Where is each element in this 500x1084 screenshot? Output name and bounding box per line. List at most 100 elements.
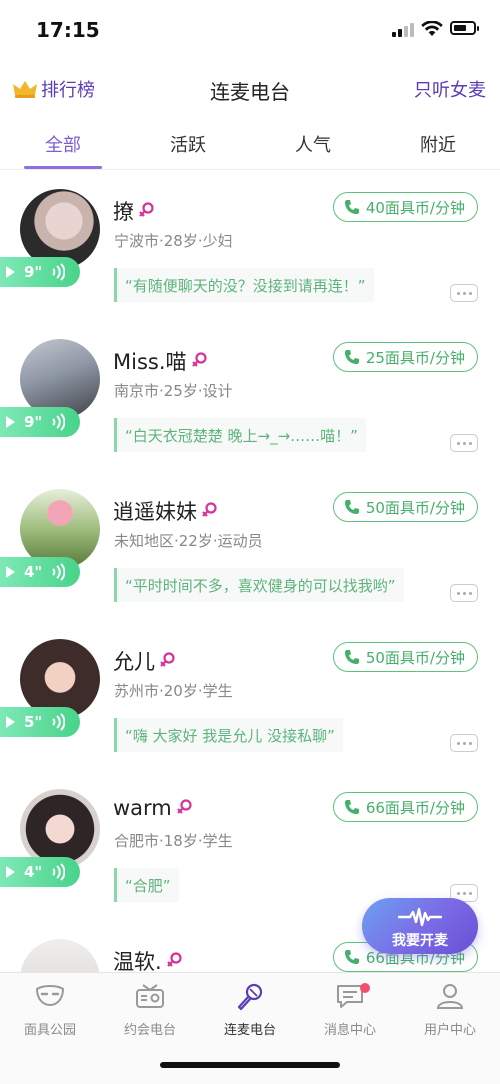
price-label: 50面具币/分钟 xyxy=(365,498,465,517)
more-options-button[interactable] xyxy=(450,284,478,302)
female-icon xyxy=(176,799,192,814)
host-list: 9" 撩 宁波市·28岁·少妇 40面具币/分钟 “有随便聊天的没？没接到请再连… xyxy=(0,172,500,972)
sound-wave-icon xyxy=(52,413,66,431)
play-icon xyxy=(6,716,15,728)
voice-duration: 4" xyxy=(24,563,43,581)
price-label: 25面具币/分钟 xyxy=(365,348,465,367)
more-options-button[interactable] xyxy=(450,434,478,452)
host-name-row: 逍遥妹妹 xyxy=(113,496,217,526)
female-icon xyxy=(191,352,207,367)
tab-all[interactable]: 全部 xyxy=(23,131,103,157)
host-quote: “有随便聊天的没？没接到请再连！” xyxy=(114,268,374,302)
wifi-icon xyxy=(421,21,443,36)
voice-duration: 4" xyxy=(24,863,43,881)
host-name-row: warm xyxy=(113,796,192,820)
host-card[interactable]: 9" Miss.喵 南京市·25岁·设计 25面具币/分钟 “白天衣冠楚楚 晚上… xyxy=(0,322,500,473)
female-icon xyxy=(166,952,182,967)
host-quote: “嗨 大家好 我是允儿 没接私聊” xyxy=(114,718,343,752)
nav-date-radio[interactable]: 约会电台 xyxy=(100,983,200,1043)
sound-wave-icon xyxy=(398,907,442,927)
host-name: Miss.喵 xyxy=(113,350,187,374)
host-name-row: 允儿 xyxy=(113,646,175,676)
call-price-button[interactable]: 25面具币/分钟 xyxy=(332,342,478,372)
host-card[interactable]: 5" 允儿 苏州市·20岁·学生 50面具币/分钟 “嗨 大家好 我是允儿 没接… xyxy=(0,622,500,773)
host-quote: “白天衣冠楚楚 晚上→_→……喵！” xyxy=(114,418,366,452)
microphone-icon xyxy=(237,983,263,1011)
more-options-button[interactable] xyxy=(450,734,478,752)
call-price-button[interactable]: 50面具币/分钟 xyxy=(332,642,478,672)
play-icon xyxy=(6,866,15,878)
female-icon xyxy=(139,202,154,217)
play-icon xyxy=(6,266,15,278)
nav-mask-park[interactable]: 面具公园 xyxy=(0,983,100,1043)
tab-active[interactable]: 活跃 xyxy=(148,131,228,157)
radio-icon xyxy=(136,984,164,1008)
price-label: 40面具币/分钟 xyxy=(365,198,465,217)
host-card[interactable]: 9" 撩 宁波市·28岁·少妇 40面具币/分钟 “有随便聊天的没？没接到请再连… xyxy=(0,172,500,323)
status-time: 17:15 xyxy=(36,18,100,42)
voice-intro-button[interactable]: 9" xyxy=(0,407,80,437)
host-card[interactable]: 4" 逍遥妹妹 未知地区·22岁·运动员 50面具币/分钟 “平时时间不多，喜欢… xyxy=(0,472,500,623)
play-icon xyxy=(6,566,15,578)
call-price-button[interactable]: 40面具币/分钟 xyxy=(332,192,478,222)
host-name-row: Miss.喵 xyxy=(113,346,207,376)
go-live-label: 我要开麦 xyxy=(392,933,448,949)
phone-icon xyxy=(344,500,359,514)
tab-popular[interactable]: 人气 xyxy=(273,131,353,157)
voice-duration: 9" xyxy=(24,263,43,281)
phone-icon xyxy=(344,200,359,214)
host-name-row: 温软. xyxy=(113,946,182,972)
voice-intro-button[interactable]: 9" xyxy=(0,257,80,287)
sound-wave-icon xyxy=(52,713,66,731)
home-indicator[interactable] xyxy=(160,1062,340,1068)
nav-label: 用户中心 xyxy=(423,1023,476,1038)
phone-icon xyxy=(344,950,359,964)
battery-icon xyxy=(450,21,479,35)
voice-intro-button[interactable]: 5" xyxy=(0,707,80,737)
nav-label: 面具公园 xyxy=(23,1023,76,1038)
voice-duration: 9" xyxy=(24,413,43,431)
sound-wave-icon xyxy=(52,263,66,281)
host-name: 允儿 xyxy=(113,650,155,674)
status-bar: 17:15 xyxy=(0,0,500,60)
host-info: 合肥市·18岁·学生 xyxy=(114,832,233,850)
host-info: 苏州市·20岁·学生 xyxy=(114,682,233,700)
nav-messages[interactable]: 消息中心 xyxy=(300,983,400,1043)
price-label: 50面具币/分钟 xyxy=(365,648,465,667)
nav-label: 消息中心 xyxy=(323,1023,376,1038)
female-icon xyxy=(202,502,217,517)
nav-label: 连麦电台 xyxy=(223,1023,276,1038)
mask-icon xyxy=(35,985,65,1007)
host-info: 南京市·25岁·设计 xyxy=(114,382,233,400)
nav-user-center[interactable]: 用户中心 xyxy=(400,983,500,1043)
crown-icon xyxy=(13,81,37,98)
female-only-filter[interactable]: 只听女麦 xyxy=(414,76,486,102)
voice-duration: 5" xyxy=(24,713,43,731)
go-live-button[interactable]: 我要开麦 xyxy=(362,898,478,954)
call-price-button[interactable]: 50面具币/分钟 xyxy=(332,492,478,522)
female-icon xyxy=(160,652,175,667)
ranking-label: 排行榜 xyxy=(41,80,95,101)
nav-mic-radio[interactable]: 连麦电台 xyxy=(200,983,300,1043)
price-label: 66面具币/分钟 xyxy=(365,798,465,817)
host-name: warm xyxy=(113,796,172,820)
more-options-button[interactable] xyxy=(450,584,478,602)
host-name: 撩 xyxy=(113,200,134,224)
host-info: 未知地区·22岁·运动员 xyxy=(114,532,263,550)
tab-nearby[interactable]: 附近 xyxy=(398,131,478,157)
avatar[interactable] xyxy=(20,939,100,972)
voice-intro-button[interactable]: 4" xyxy=(0,857,80,887)
voice-intro-button[interactable]: 4" xyxy=(0,557,80,587)
phone-icon xyxy=(344,350,359,364)
host-quote: “合肥” xyxy=(114,868,179,902)
host-info: 宁波市·28岁·少妇 xyxy=(114,232,233,250)
signal-icon xyxy=(392,23,416,37)
sound-wave-icon xyxy=(52,863,66,881)
play-icon xyxy=(6,416,15,428)
ranking-button[interactable]: 排行榜 xyxy=(12,76,95,102)
call-price-button[interactable]: 66面具币/分钟 xyxy=(332,792,478,822)
category-tabs: 全部 活跃 人气 附近 xyxy=(0,125,500,170)
nav-label: 约会电台 xyxy=(123,1023,176,1038)
top-bar: 排行榜 连麦电台 只听女麦 xyxy=(0,68,500,108)
host-name-row: 撩 xyxy=(113,196,154,226)
